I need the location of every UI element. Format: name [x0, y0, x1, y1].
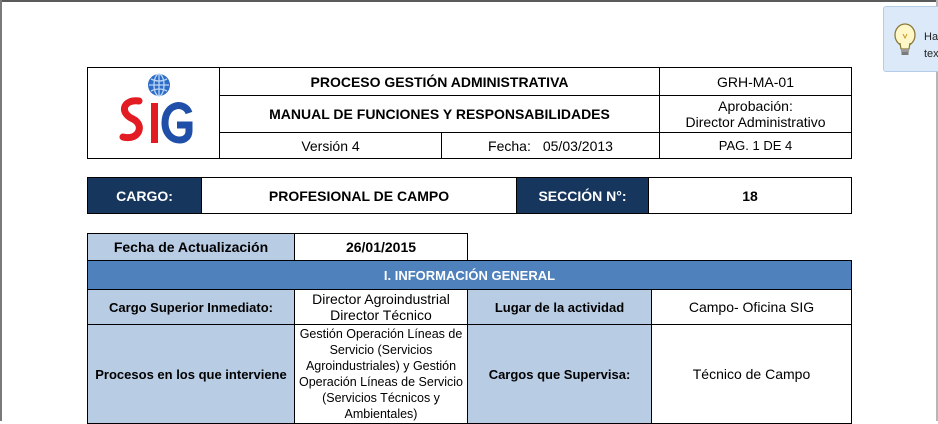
approval-value: Director Administrativo [685, 114, 826, 130]
date-cell: Fecha: 05/03/2013 [442, 133, 659, 158]
processes-label: Procesos en los que interviene [87, 324, 295, 424]
cargo-value: PROFESIONAL DE CAMPO [268, 187, 450, 204]
page-number: PAG. 1 DE 4 [718, 138, 793, 153]
lightbulb-icon [894, 23, 916, 55]
sig-logo [119, 73, 192, 144]
hint-text-line2: tex [924, 48, 938, 60]
supervises-value: Técnico de Campo [651, 324, 852, 424]
superior-label: Cargo Superior Inmediato: [87, 289, 295, 325]
superior-value: Director Agroindustrial Director Técnico [294, 289, 468, 325]
hint-popup[interactable]: Ha tex [883, 6, 938, 72]
approval-cell: Aprobación: Director Administrativo [660, 96, 851, 132]
place-value: Campo- Oficina SIG [651, 289, 852, 325]
logo-cell [88, 68, 219, 158]
update-date-value: 26/01/2015 [294, 233, 468, 261]
hint-text-line1: Ha [924, 31, 938, 43]
manual-title: MANUAL DE FUNCIONES Y RESPONSABILIDADES [269, 106, 610, 122]
process-title: PROCESO GESTIÓN ADMINISTRATIVA [310, 73, 569, 90]
supervises-label: Cargos que Supervisa: [467, 324, 652, 424]
document-code: GRH-MA-01 [716, 73, 794, 90]
document-header-table: PROCESO GESTIÓN ADMINISTRATIVA GRH-MA-01… [87, 67, 852, 159]
date-value: 05/03/2013 [542, 137, 613, 154]
place-label: Lugar de la actividad [467, 289, 652, 325]
processes-value: Gestión Operación Líneas de Servicio (Se… [294, 324, 468, 424]
update-date-label: Fecha de Actualización [87, 233, 295, 261]
cargo-label: CARGO: [88, 178, 201, 213]
section-label: SECCIÓN N°: [517, 178, 648, 213]
superior-line-2: Director Técnico [330, 307, 432, 323]
section-value: 18 [742, 187, 758, 204]
approval-label: Aprobación: [718, 98, 793, 114]
window-top-border [0, 0, 938, 2]
window-left-border [0, 0, 2, 421]
date-label: Fecha: [488, 137, 531, 154]
cargo-bar: CARGO: PROFESIONAL DE CAMPO SECCIÓN N°: … [87, 177, 852, 214]
superior-line-1: Director Agroindustrial [312, 291, 450, 307]
version-label: Versión 4 [301, 137, 360, 154]
general-info-header: I. INFORMACIÓN GENERAL [87, 260, 852, 290]
